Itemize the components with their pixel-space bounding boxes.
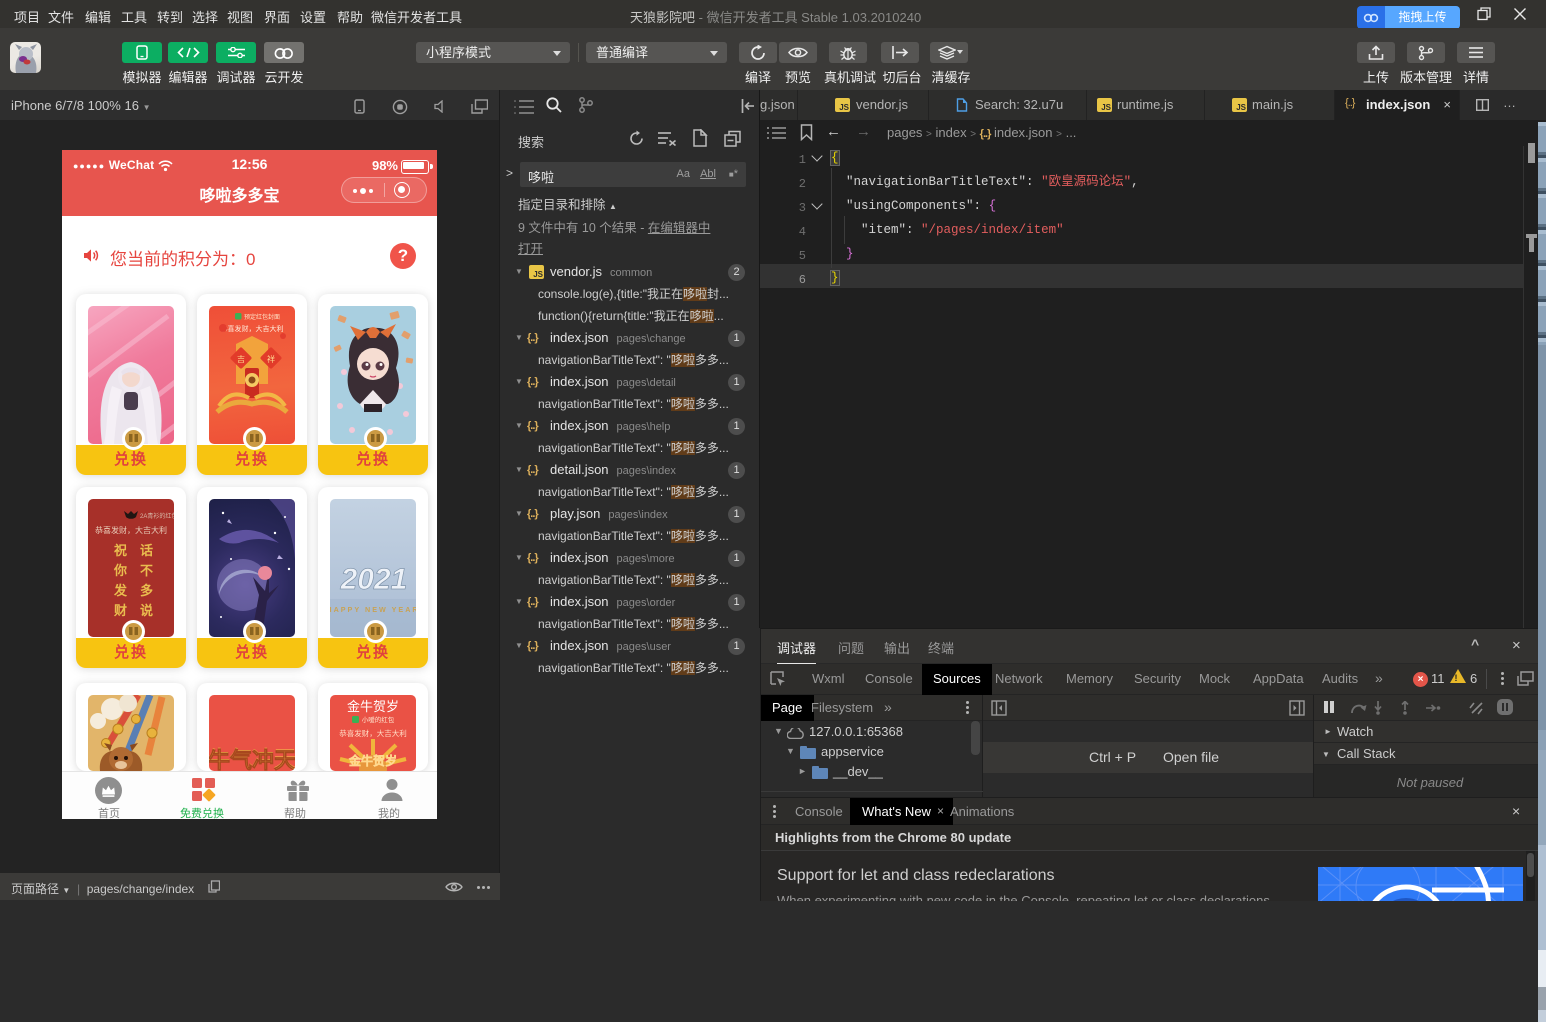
svg-text:预定红包封面: 预定红包封面 <box>244 313 280 321</box>
svg-text:金牛贺岁: 金牛贺岁 <box>347 699 399 714</box>
svg-text:金牛贺岁: 金牛贺岁 <box>348 753 397 768</box>
svg-text:2A青衫的红包: 2A青衫的红包 <box>140 512 174 520</box>
svg-text:祥: 祥 <box>267 354 275 364</box>
svg-text:多: 多 <box>140 583 153 598</box>
svg-text:你: 你 <box>113 563 127 578</box>
svg-text:恭喜发财，大吉大利: 恭喜发财，大吉大利 <box>95 525 167 535</box>
svg-text:恭喜发财，大吉大利: 恭喜发财，大吉大利 <box>339 728 407 738</box>
svg-text:祝: 祝 <box>114 543 127 558</box>
svg-text:发: 发 <box>113 583 128 598</box>
svg-text:吉: 吉 <box>237 355 245 364</box>
svg-text:牛气冲天: 牛气冲天 <box>209 748 295 771</box>
svg-text:小嗳的红包: 小嗳的红包 <box>362 715 395 724</box>
svg-text:说: 说 <box>140 603 153 618</box>
svg-text:恭喜发财，大吉大利: 恭喜发财，大吉大利 <box>221 324 284 333</box>
svg-text:2021: 2021 <box>340 563 408 596</box>
svg-text:HAPPY NEW YEAR: HAPPY NEW YEAR <box>330 605 416 614</box>
svg-text:不: 不 <box>140 563 153 578</box>
svg-text:财: 财 <box>114 603 127 618</box>
svg-text:话: 话 <box>140 543 153 558</box>
